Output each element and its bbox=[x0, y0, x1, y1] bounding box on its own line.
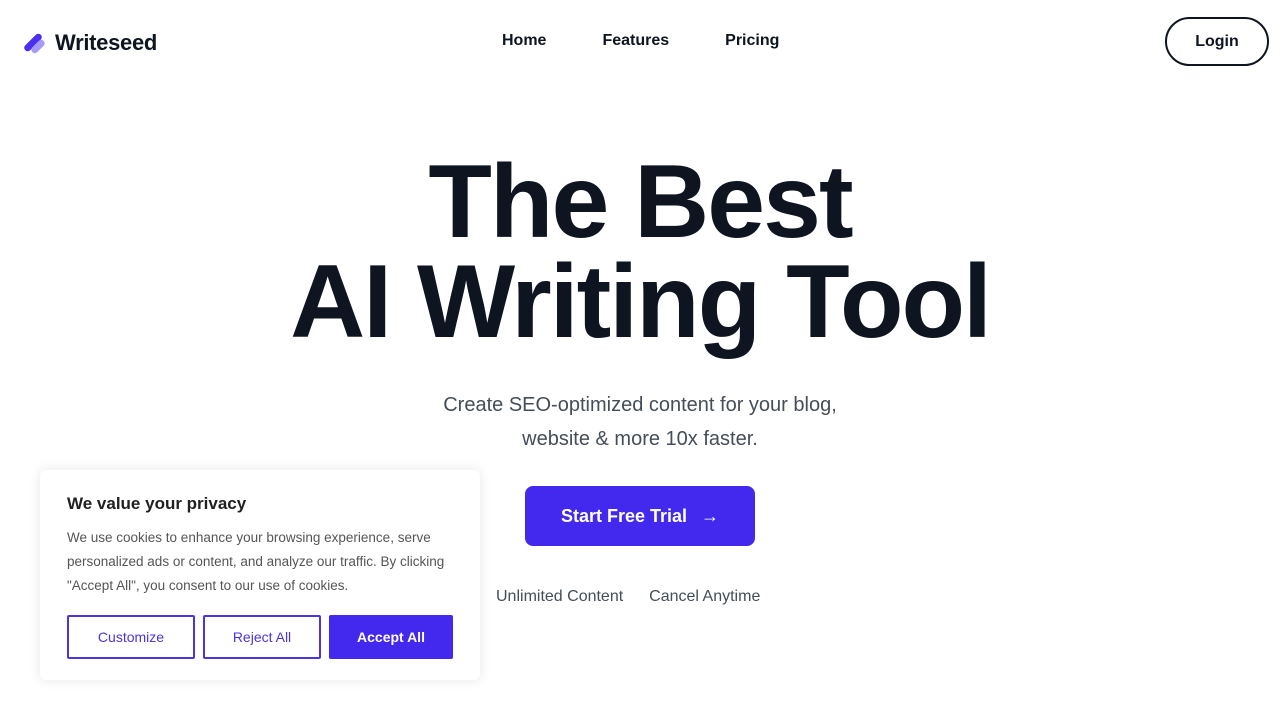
cookie-accept-all-button[interactable]: Accept All bbox=[329, 615, 453, 659]
brand-logo-link[interactable]: Writeseed bbox=[21, 30, 157, 56]
cookie-reject-all-button[interactable]: Reject All bbox=[203, 615, 321, 659]
main-nav-links: Home Features Pricing bbox=[502, 32, 779, 50]
perk-cancel-anytime: Cancel Anytime bbox=[649, 588, 761, 605]
hero-title-line-2: AI Writing Tool bbox=[290, 244, 992, 360]
cta-label: Start Free Trial bbox=[560, 505, 688, 526]
cookie-consent-banner: We value your privacy We use cookies to … bbox=[40, 470, 480, 680]
cookie-banner-text: We use cookies to enhance your browsing … bbox=[67, 530, 445, 593]
login-button[interactable]: Login bbox=[1165, 17, 1269, 66]
hero-title: The Best AI Writing Tool bbox=[0, 144, 1280, 360]
hero-subtitle-line-2: website & more 10x faster. bbox=[522, 428, 758, 450]
perk-unlimited-content: Unlimited Content bbox=[496, 588, 624, 605]
nav-link-pricing[interactable]: Pricing bbox=[725, 32, 779, 50]
start-free-trial-button[interactable]: Start Free Trial → bbox=[525, 486, 755, 546]
double-slash-logo-icon bbox=[21, 30, 49, 56]
hero-subtitle: Create SEO-optimized content for your bl… bbox=[0, 388, 1280, 456]
hero-title-line-1: The Best bbox=[428, 144, 853, 260]
top-navigation: Writeseed Home Features Pricing Login bbox=[0, 0, 1280, 86]
arrow-right-icon: → bbox=[701, 505, 720, 526]
cookie-customize-button[interactable]: Customize bbox=[67, 615, 195, 659]
brand-name: Writeseed bbox=[55, 30, 158, 55]
cookie-banner-actions: Customize Reject All Accept All bbox=[67, 615, 453, 659]
hero-subtitle-line-1: Create SEO-optimized content for your bl… bbox=[443, 394, 837, 416]
nav-link-features[interactable]: Features bbox=[602, 32, 669, 50]
perks-list: Unlimited Content Cancel Anytime bbox=[496, 588, 760, 606]
cookie-banner-title: We value your privacy bbox=[67, 494, 247, 513]
nav-link-home[interactable]: Home bbox=[502, 32, 546, 50]
